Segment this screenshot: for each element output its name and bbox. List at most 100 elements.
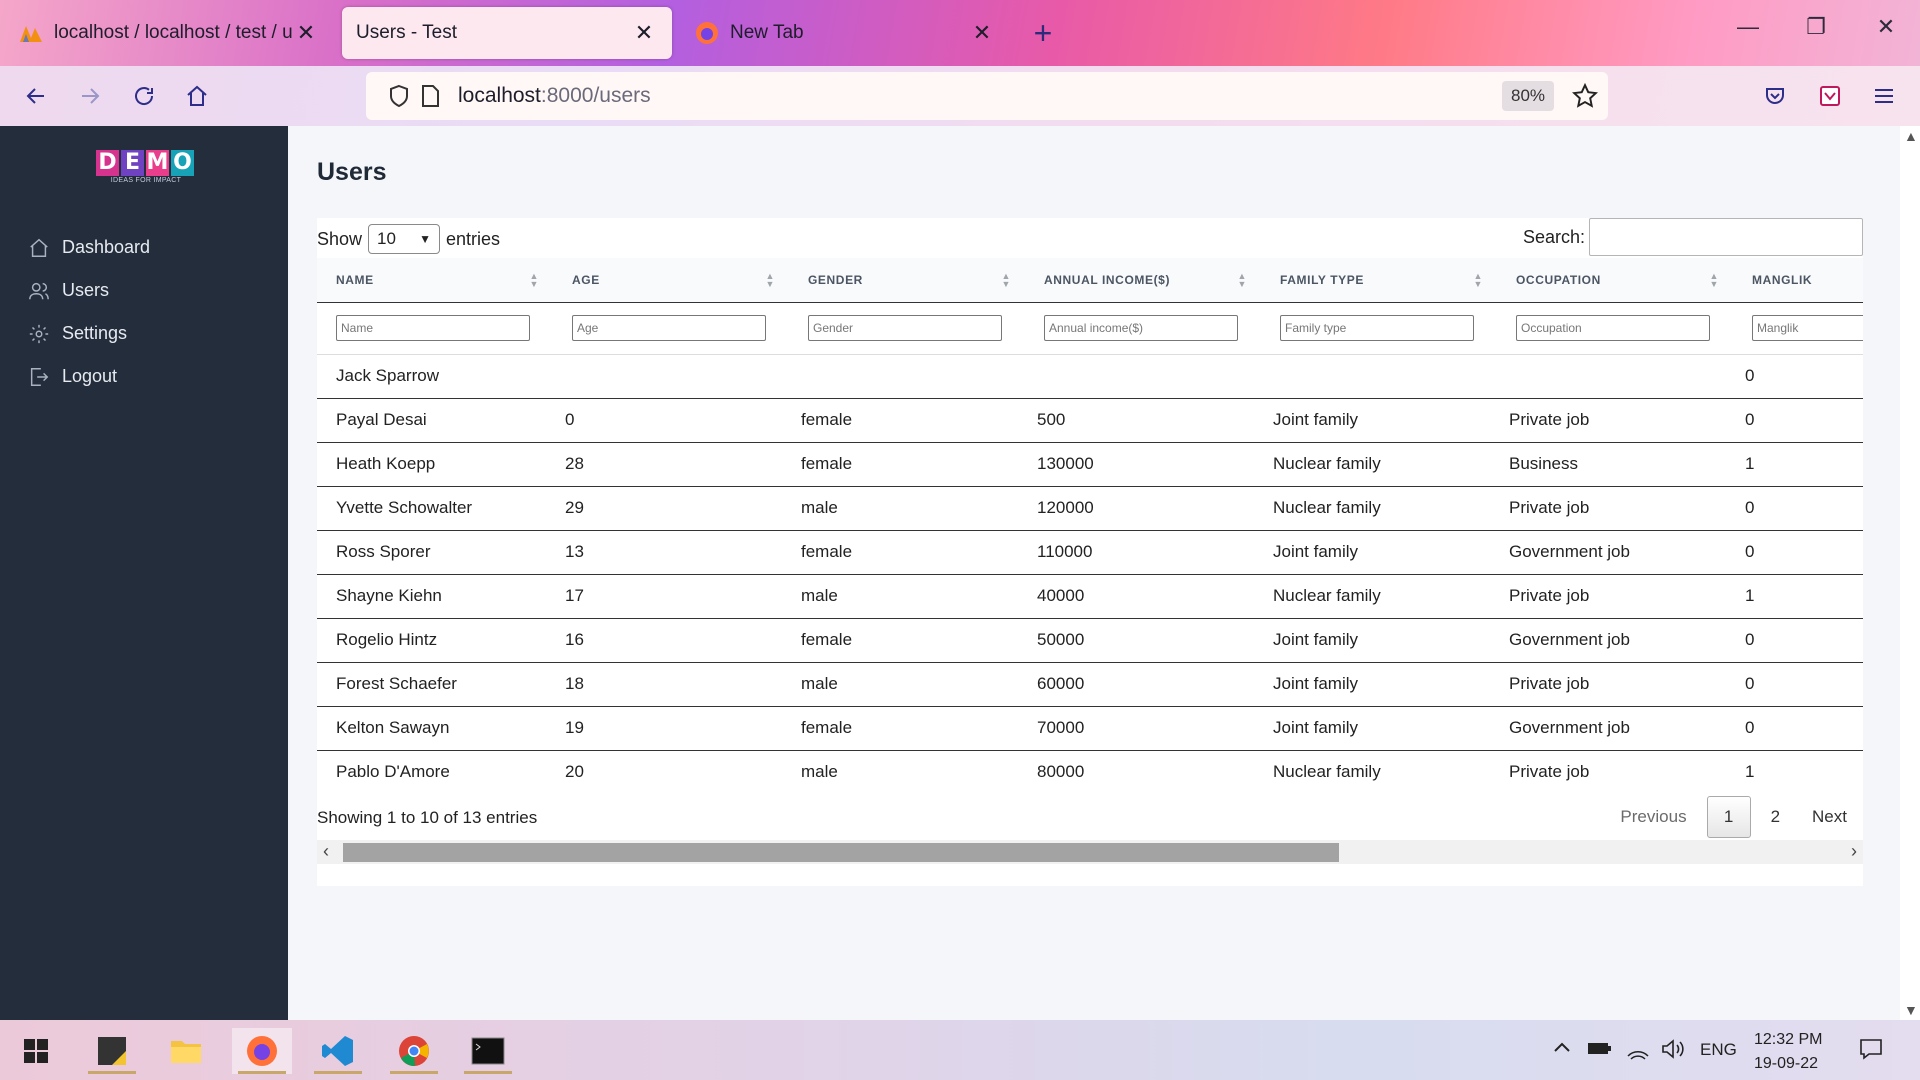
back-icon[interactable] <box>18 78 54 114</box>
sticky-notes-icon[interactable] <box>82 1028 142 1074</box>
vscode-icon[interactable] <box>308 1028 368 1074</box>
scroll-right-icon[interactable]: › <box>1851 841 1857 862</box>
tab-phpmyadmin[interactable]: localhost / localhost / test / users ✕ <box>4 7 334 59</box>
column-header[interactable]: GENDER ▲ ▼ <box>789 258 1025 303</box>
column-header[interactable]: OCCUPATION ▲ ▼ <box>1497 258 1733 303</box>
column-filter-input[interactable]: Manglik <box>1752 315 1863 341</box>
reload-icon[interactable] <box>126 78 162 114</box>
column-header[interactable]: FAMILY TYPE ▲ ▼ <box>1261 258 1497 303</box>
column-filter-input[interactable]: Age <box>572 315 766 341</box>
table-row[interactable]: Payal Desai 0 female 500 Joint family Private… <box>317 398 1863 443</box>
next-page-button[interactable]: Next <box>1796 796 1863 838</box>
search-input[interactable] <box>1589 218 1863 256</box>
table-cell: Nuclear family <box>1261 574 1497 619</box>
shield-icon[interactable] <box>388 84 410 113</box>
url-bar[interactable]: localhost:8000/users 80% <box>366 72 1608 120</box>
demo-logo[interactable]: D E M O IDEAS FOR IMPACT <box>96 150 196 184</box>
tab-new-tab[interactable]: New Tab ✕ <box>680 7 1010 59</box>
scroll-left-icon[interactable]: ‹ <box>323 841 329 862</box>
horizontal-scrollbar[interactable]: ‹ › <box>317 840 1863 864</box>
logout-icon <box>30 367 49 386</box>
web-page: D E M O IDEAS FOR IMPACT Dashboard Users… <box>0 126 1900 1020</box>
minimize-icon[interactable]: — <box>1728 14 1768 40</box>
table-cell: 50000 <box>1025 618 1261 663</box>
table-cell: 0 <box>1733 354 1863 399</box>
scrollbar-thumb[interactable] <box>343 843 1339 862</box>
column-header[interactable]: MANGLIK <box>1733 258 1863 303</box>
column-filter-input[interactable]: Name <box>336 315 530 341</box>
terminal-icon[interactable] <box>458 1028 518 1074</box>
wifi-icon[interactable] <box>1626 1038 1650 1065</box>
chevron-up-icon[interactable] <box>1552 1038 1572 1063</box>
menu-icon[interactable] <box>1866 78 1902 114</box>
file-explorer-icon[interactable] <box>156 1028 216 1074</box>
page-button-1[interactable]: 1 <box>1706 796 1751 838</box>
close-window-icon[interactable]: ✕ <box>1866 14 1906 40</box>
close-icon[interactable]: ✕ <box>292 20 320 46</box>
url-path: :8000/users <box>540 84 651 107</box>
table-cell: 0 <box>553 398 789 443</box>
forward-icon[interactable] <box>72 78 108 114</box>
new-tab-button[interactable]: + <box>1028 16 1058 50</box>
column-header[interactable]: NAME ▲ ▼ <box>317 258 553 303</box>
chrome-icon[interactable] <box>384 1028 444 1074</box>
table-row[interactable]: Ross Sporer 13 female 110000 Joint family Gov… <box>317 530 1863 575</box>
volume-icon[interactable] <box>1660 1038 1686 1065</box>
table-cell: Jack Sparrow <box>317 354 553 399</box>
page-length-select[interactable]: 10 ▼ <box>368 224 441 254</box>
table-row[interactable]: Kelton Sawayn 19 female 70000 Joint family Go… <box>317 706 1863 751</box>
table-cell: 80000 <box>1025 750 1261 788</box>
column-filter-input[interactable]: Family type <box>1280 315 1474 341</box>
column-header[interactable]: AGE ▲ ▼ <box>553 258 789 303</box>
page-info-icon[interactable] <box>420 84 440 113</box>
column-filter-input[interactable]: Annual income($) <box>1044 315 1238 341</box>
previous-page-button[interactable]: Previous <box>1604 796 1702 838</box>
table-row[interactable]: Jack Sparrow 0 <box>317 354 1863 399</box>
clock[interactable]: 12:32 PM 19-09-22 <box>1754 1028 1822 1076</box>
language-indicator[interactable]: ENG <box>1700 1040 1737 1060</box>
table-cell: Private job <box>1497 574 1733 619</box>
column-filter-input[interactable]: Occupation <box>1516 315 1710 341</box>
sidebar-item-users[interactable]: Users <box>28 269 150 312</box>
entries-label: entries <box>446 228 501 249</box>
table-row[interactable]: Shayne Kiehn 17 male 40000 Nuclear family Pri… <box>317 574 1863 619</box>
scroll-down-icon[interactable]: ▼ <box>1904 1002 1918 1018</box>
table-cell: female <box>789 398 1025 443</box>
windows-start-icon[interactable] <box>6 1028 66 1074</box>
firefox-taskbar-icon[interactable] <box>232 1028 292 1074</box>
table-cell <box>1497 354 1733 399</box>
table-cell: Business <box>1497 442 1733 487</box>
restore-icon[interactable]: ❐ <box>1796 14 1836 40</box>
close-icon[interactable]: ✕ <box>630 20 658 46</box>
notifications-icon[interactable] <box>1858 1036 1884 1067</box>
tab-users-test[interactable]: Users - Test ✕ <box>342 7 672 59</box>
pocket-icon[interactable] <box>1757 78 1793 114</box>
page-button-2[interactable]: 2 <box>1755 796 1796 838</box>
home-icon[interactable] <box>179 78 215 114</box>
table-cell: Government job <box>1497 706 1733 751</box>
table-row[interactable]: Forest Schaefer 18 male 60000 Joint family Pr… <box>317 662 1863 707</box>
table-cell: Yvette Schowalter <box>317 486 553 531</box>
sidebar-item-logout[interactable]: Logout <box>28 355 150 398</box>
table-row[interactable]: Yvette Schowalter 29 male 120000 Nuclear fam… <box>317 486 1863 531</box>
column-header[interactable]: ANNUAL INCOME($) ▲ ▼ <box>1025 258 1261 303</box>
column-filter-input[interactable]: Gender <box>808 315 1002 341</box>
table-cell: male <box>789 750 1025 788</box>
tab-title: Users - Test <box>356 22 458 43</box>
running-indicator <box>88 1071 136 1074</box>
star-icon[interactable] <box>1571 82 1599 114</box>
scroll-up-icon[interactable]: ▲ <box>1904 128 1918 144</box>
column-header-label: OCCUPATION <box>1516 272 1601 287</box>
vertical-scrollbar[interactable]: ▲ ▼ <box>1900 126 1920 1020</box>
table-row[interactable]: Rogelio Hintz 16 female 50000 Joint family Go… <box>317 618 1863 663</box>
sidebar-item-dashboard[interactable]: Dashboard <box>28 226 150 269</box>
sort-icon: ▲ ▼ <box>765 271 775 289</box>
extension-icon[interactable] <box>1812 78 1848 114</box>
table-row[interactable]: Pablo D'Amore 20 male 80000 Nuclear family Pr… <box>317 750 1863 788</box>
battery-icon[interactable] <box>1586 1038 1612 1063</box>
table-row[interactable]: Heath Koepp 28 female 130000 Nuclear family B… <box>317 442 1863 487</box>
zoom-level-button[interactable]: 80% <box>1502 81 1554 111</box>
close-icon[interactable]: ✕ <box>968 20 996 46</box>
table-cell: Ross Sporer <box>317 530 553 575</box>
sidebar-item-settings[interactable]: Settings <box>28 312 150 355</box>
